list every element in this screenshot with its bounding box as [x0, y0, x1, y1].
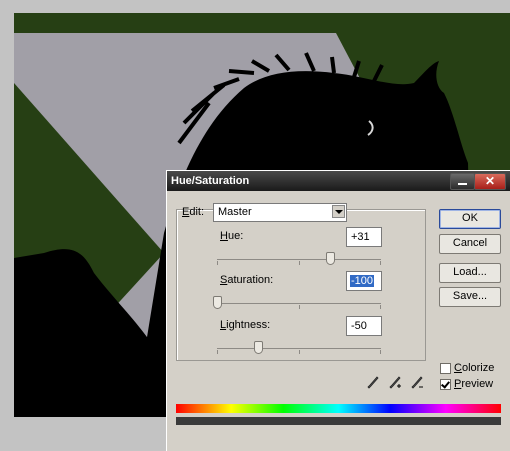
close-button[interactable]: ✕: [474, 173, 506, 190]
dialog-title: Hue/Saturation: [171, 175, 250, 187]
input-color-spectrum: [176, 404, 501, 413]
hue-tick: [380, 261, 381, 265]
lightness-tick: [217, 350, 218, 354]
edit-select[interactable]: Master: [213, 203, 347, 222]
saturation-tick: [299, 305, 300, 309]
minimize-icon: [458, 183, 467, 185]
edit-label: Edit:: [182, 206, 205, 218]
adjustment-group: [176, 209, 426, 361]
eyedropper-minus-icon[interactable]: [411, 376, 423, 390]
hue-tick: [299, 261, 300, 265]
chevron-down-icon[interactable]: [332, 205, 345, 218]
colorize-label[interactable]: Colorize: [454, 362, 494, 374]
close-icon: ✕: [484, 174, 496, 188]
saturation-slider-track[interactable]: [217, 303, 381, 304]
edit-select-value: Master: [218, 206, 252, 218]
ok-button[interactable]: OK: [439, 209, 501, 229]
hue-input[interactable]: +31: [346, 227, 382, 247]
lightness-tick: [380, 350, 381, 354]
preview-checkbox[interactable]: [440, 379, 451, 390]
saturation-input[interactable]: -100: [346, 271, 382, 291]
colorize-checkbox[interactable]: [440, 363, 451, 374]
lightness-input[interactable]: -50: [346, 316, 382, 336]
saturation-tick: [380, 305, 381, 309]
hue-label: Hue:: [220, 230, 244, 242]
load-button[interactable]: Load...: [439, 263, 501, 283]
dialog-titlebar[interactable]: Hue/Saturation ✕: [167, 171, 510, 191]
eyedropper-plus-icon[interactable]: [389, 376, 401, 390]
output-color-spectrum: [176, 417, 501, 425]
lightness-tick: [299, 350, 300, 354]
hue-slider-thumb[interactable]: [325, 252, 335, 265]
minimize-button[interactable]: [450, 173, 475, 190]
saturation-label: Saturation:: [220, 274, 274, 286]
hue-saturation-dialog: Hue/Saturation ✕ Edit: Master Hue: +31 S…: [166, 170, 510, 451]
lightness-slider-track[interactable]: [217, 348, 381, 349]
lightness-label: Lightness:: [220, 319, 271, 331]
hue-slider-track[interactable]: [217, 259, 381, 260]
save-button[interactable]: Save...: [439, 287, 501, 307]
hue-tick: [217, 261, 218, 265]
saturation-slider-thumb[interactable]: [212, 296, 222, 309]
preview-label[interactable]: Preview: [454, 378, 493, 390]
lightness-slider-thumb[interactable]: [253, 341, 263, 354]
cancel-button[interactable]: Cancel: [439, 234, 501, 254]
eyedropper-icon[interactable]: [367, 376, 379, 390]
